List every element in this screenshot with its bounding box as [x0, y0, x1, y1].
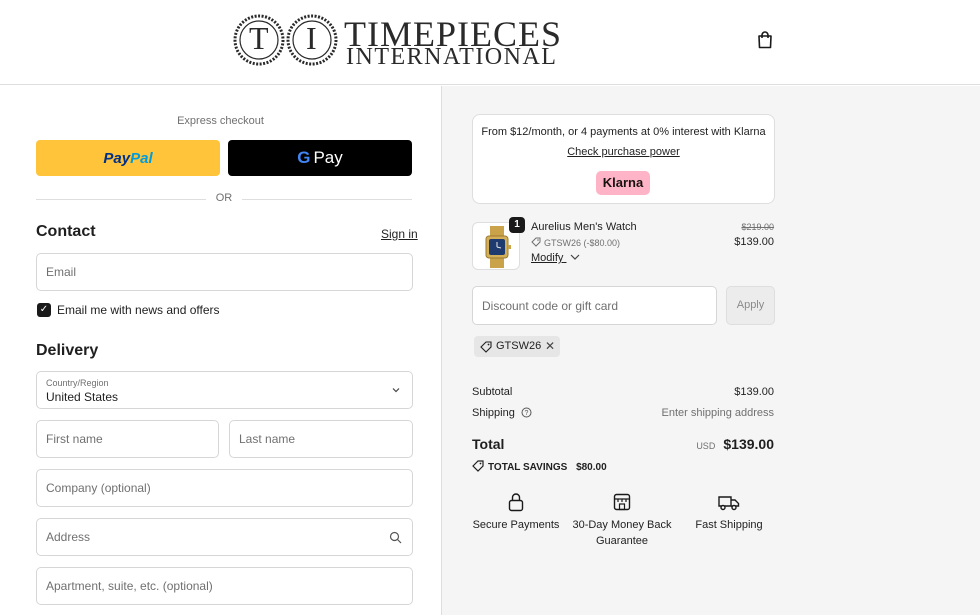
express-checkout-label: Express checkout: [177, 115, 264, 127]
google-g-icon: G: [297, 148, 311, 167]
shopping-bag-icon[interactable]: [757, 31, 773, 49]
paypal-button[interactable]: Pay Pal: [36, 140, 220, 176]
truck-icon: [718, 496, 740, 511]
google-pay-button[interactable]: G Pay: [228, 140, 412, 176]
klarna-promo: From $12/month, or 4 payments at 0% inte…: [472, 114, 775, 204]
sign-in-link[interactable]: Sign in: [381, 227, 418, 241]
product-discount: GTSW26 (-$80.00): [531, 237, 620, 248]
or-divider: OR: [36, 192, 412, 206]
shipping-label: Shipping: [472, 407, 515, 419]
tag-icon: [472, 460, 484, 472]
feature-label: 30-Day Money Back Guarantee: [572, 519, 672, 547]
chevron-down-icon: [571, 254, 580, 260]
last-name-field[interactable]: Last name: [229, 420, 413, 458]
newsletter-label: Email me with news and offers: [57, 303, 220, 317]
company-placeholder: Company (optional): [46, 481, 151, 495]
quantity-badge: 1: [509, 217, 525, 233]
apply-button[interactable]: Apply: [726, 286, 775, 325]
savings-value: $80.00: [576, 462, 607, 473]
feature-label: Fast Shipping: [695, 519, 763, 531]
klarna-badge: Klarna: [596, 171, 650, 195]
product-name: Aurelius Men's Watch: [531, 221, 637, 233]
email-field[interactable]: Email: [36, 253, 413, 291]
feature-label: Secure Payments: [472, 519, 560, 531]
lock-icon: [508, 493, 524, 512]
modify-label: Modify: [531, 252, 564, 264]
country-value: United States: [46, 390, 119, 404]
klarna-text: From $12/month, or 4 payments at 0% inte…: [481, 126, 766, 138]
apartment-placeholder: Apartment, suite, etc. (optional): [46, 579, 213, 593]
applied-discount-tag: GTSW26 ✕: [474, 336, 560, 357]
store-icon: [613, 493, 631, 511]
contact-heading: Contact: [36, 223, 96, 240]
modify-button[interactable]: Modify: [531, 252, 580, 264]
feature-fast-shipping: Fast Shipping: [679, 492, 779, 533]
product-discount-text: GTSW26 (-$80.00): [544, 238, 621, 248]
paypal-text-pal: Pal: [130, 149, 153, 167]
feature-secure-payments: Secure Payments: [466, 492, 566, 533]
tag-icon: [480, 341, 492, 353]
apartment-field[interactable]: Apartment, suite, etc. (optional): [36, 567, 413, 605]
company-field[interactable]: Company (optional): [36, 469, 413, 507]
email-placeholder: Email: [46, 265, 77, 279]
country-select[interactable]: Country/Region United States: [36, 371, 413, 409]
logo-letter-i: I: [306, 20, 317, 56]
total-savings: TOTAL SAVINGS $80.00: [472, 460, 607, 473]
site-header: T I TIMEPIECES INTERNATIONAL: [0, 0, 980, 85]
first-name-field[interactable]: First name: [36, 420, 219, 458]
first-name-placeholder: First name: [46, 432, 103, 446]
logo-subtitle: INTERNATIONAL: [346, 44, 558, 70]
subtotal-value: $139.00: [734, 386, 774, 398]
discount-code-input[interactable]: Discount code or gift card: [472, 286, 717, 325]
total-row: USD $139.00: [696, 436, 774, 452]
order-summary: From $12/month, or 4 payments at 0% inte…: [441, 86, 980, 615]
delivery-heading: Delivery: [36, 342, 99, 359]
klarna-link[interactable]: Check purchase power: [473, 146, 774, 158]
search-icon: [389, 531, 402, 544]
shipping-value: Enter shipping address: [661, 407, 774, 419]
remove-discount-icon[interactable]: ✕: [545, 339, 555, 353]
subtotal-label: Subtotal: [472, 386, 513, 398]
discount-placeholder: Discount code or gift card: [482, 299, 619, 313]
paypal-text-pay: Pay: [103, 149, 131, 167]
currency-code: USD: [696, 441, 716, 451]
last-name-placeholder: Last name: [239, 432, 296, 446]
svg-text:?: ?: [524, 410, 528, 417]
checkout-form: Express checkout Pay Pal G Pay OR Contact…: [0, 86, 441, 615]
feature-money-back: 30-Day Money Back Guarantee: [572, 492, 672, 549]
product-original-price: $219.00: [741, 222, 774, 232]
savings-label: TOTAL SAVINGS: [488, 462, 568, 473]
total-value: $139.00: [723, 436, 774, 452]
total-label: Total: [472, 436, 505, 452]
country-label: Country/Region: [46, 378, 109, 388]
or-label: OR: [215, 192, 233, 204]
address-placeholder: Address: [46, 530, 91, 544]
applied-code: GTSW26: [496, 340, 542, 352]
google-pay-text: Pay: [313, 148, 343, 167]
tag-icon: [531, 237, 541, 247]
newsletter-checkbox[interactable]: ✓: [37, 303, 51, 317]
chevron-down-icon: [392, 388, 400, 393]
divider-line: [242, 199, 412, 200]
address-field[interactable]: Address: [36, 518, 413, 556]
help-icon[interactable]: ?: [521, 407, 532, 418]
store-logo[interactable]: T I TIMEPIECES INTERNATIONAL: [232, 10, 577, 70]
product-price: $139.00: [734, 236, 774, 248]
shipping-row: Shipping ?: [472, 407, 532, 419]
logo-letter-t: T: [249, 20, 269, 56]
